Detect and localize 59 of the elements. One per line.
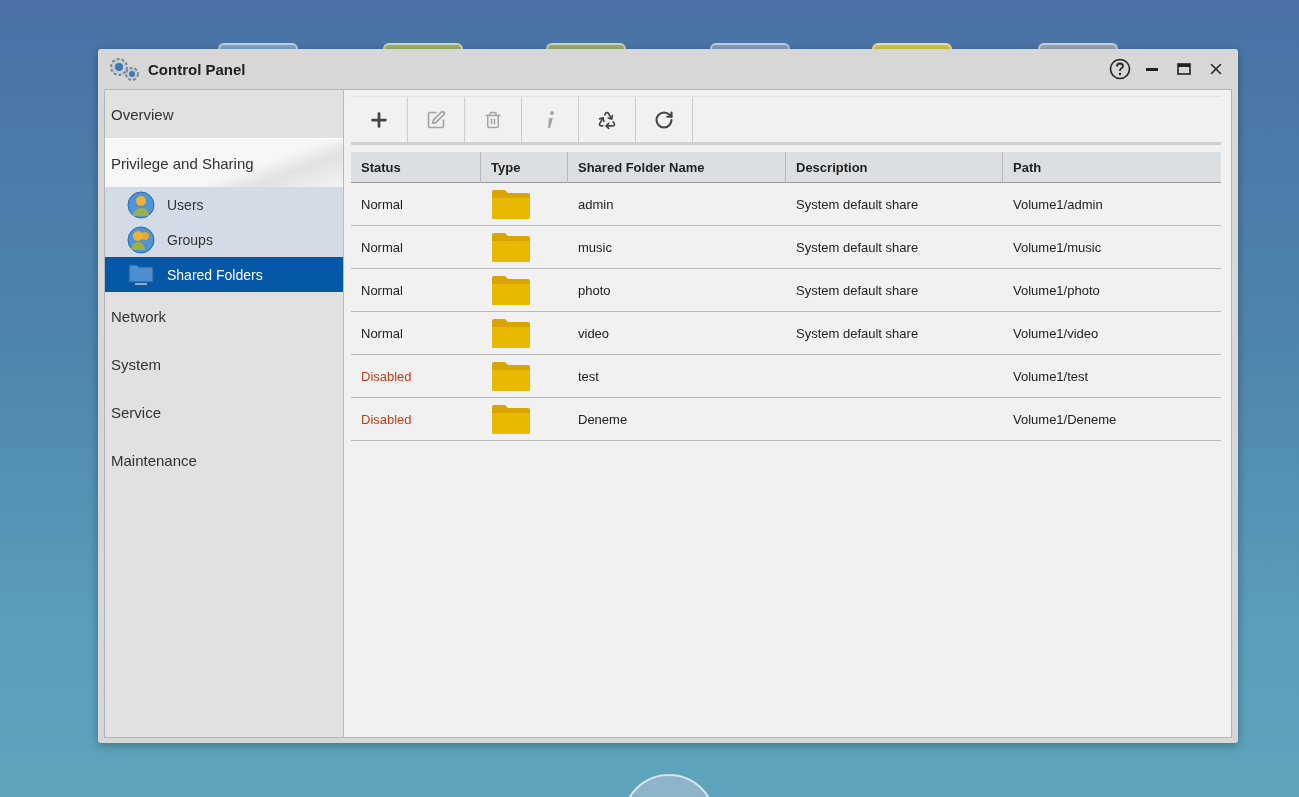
user-icon [127, 190, 155, 219]
gears-icon [108, 56, 140, 82]
status-cell: Disabled [351, 355, 481, 398]
table-cell: System default share [786, 226, 1003, 269]
table-cell: photo [568, 269, 786, 312]
help-icon [1109, 58, 1131, 80]
folder-icon [491, 317, 531, 349]
column-header[interactable]: Shared Folder Name [568, 152, 786, 183]
column-header[interactable]: Status [351, 152, 481, 183]
table-cell: admin [568, 183, 786, 226]
status-cell: Disabled [351, 398, 481, 441]
table-cell: Volume1/test [1003, 355, 1221, 398]
table-cell: video [568, 312, 786, 355]
column-header[interactable]: Description [786, 152, 1003, 183]
submenu-label: Shared Folders [167, 266, 263, 283]
status-cell: Normal [351, 226, 481, 269]
desktop-icon[interactable] [383, 43, 463, 49]
column-header[interactable]: Path [1003, 152, 1221, 183]
help-button[interactable] [1108, 57, 1132, 81]
desktop-icon[interactable] [1038, 43, 1118, 49]
table-cell: System default share [786, 312, 1003, 355]
group-icon [127, 225, 155, 254]
table-cell: System default share [786, 269, 1003, 312]
submenu-item[interactable]: Users [105, 187, 343, 222]
submenu-label: Users [167, 196, 204, 213]
status-cell: Normal [351, 312, 481, 355]
table-cell: music [568, 226, 786, 269]
column-header[interactable]: Type [481, 152, 568, 183]
sidebar-item[interactable]: Privilege and Sharing [105, 138, 343, 187]
desktop-icon[interactable] [546, 43, 626, 49]
table-cell: Deneme [568, 398, 786, 441]
desktop-icon[interactable] [872, 43, 952, 49]
table-cell: Volume1/Deneme [1003, 398, 1221, 441]
folder-icon [127, 261, 155, 288]
submenu-label: Groups [167, 231, 213, 248]
folder-icon [491, 360, 531, 392]
recycle-icon [597, 109, 617, 130]
submenu-item[interactable]: Shared Folders [105, 257, 343, 292]
table-cell: Volume1/music [1003, 226, 1221, 269]
submenu-item[interactable]: Groups [105, 222, 343, 257]
folder-icon [491, 188, 531, 220]
folder-icon [491, 403, 531, 435]
desktop-icon[interactable] [218, 43, 298, 49]
window-title: Control Panel [148, 60, 247, 78]
refresh-icon [654, 109, 674, 130]
folder-icon [491, 274, 531, 306]
status-cell: Normal [351, 269, 481, 312]
table-cell: Volume1/admin [1003, 183, 1221, 226]
desktop-icon[interactable] [710, 43, 790, 49]
table-cell: Volume1/video [1003, 312, 1221, 355]
table-cell: Volume1/photo [1003, 269, 1221, 312]
folder-icon [491, 231, 531, 263]
trash-icon [484, 110, 502, 129]
minimize-icon [1146, 67, 1158, 71]
status-cell: Normal [351, 183, 481, 226]
table-cell: test [568, 355, 786, 398]
edit-icon [426, 109, 446, 130]
maximize-icon [1177, 63, 1191, 75]
table-cell: System default share [786, 183, 1003, 226]
